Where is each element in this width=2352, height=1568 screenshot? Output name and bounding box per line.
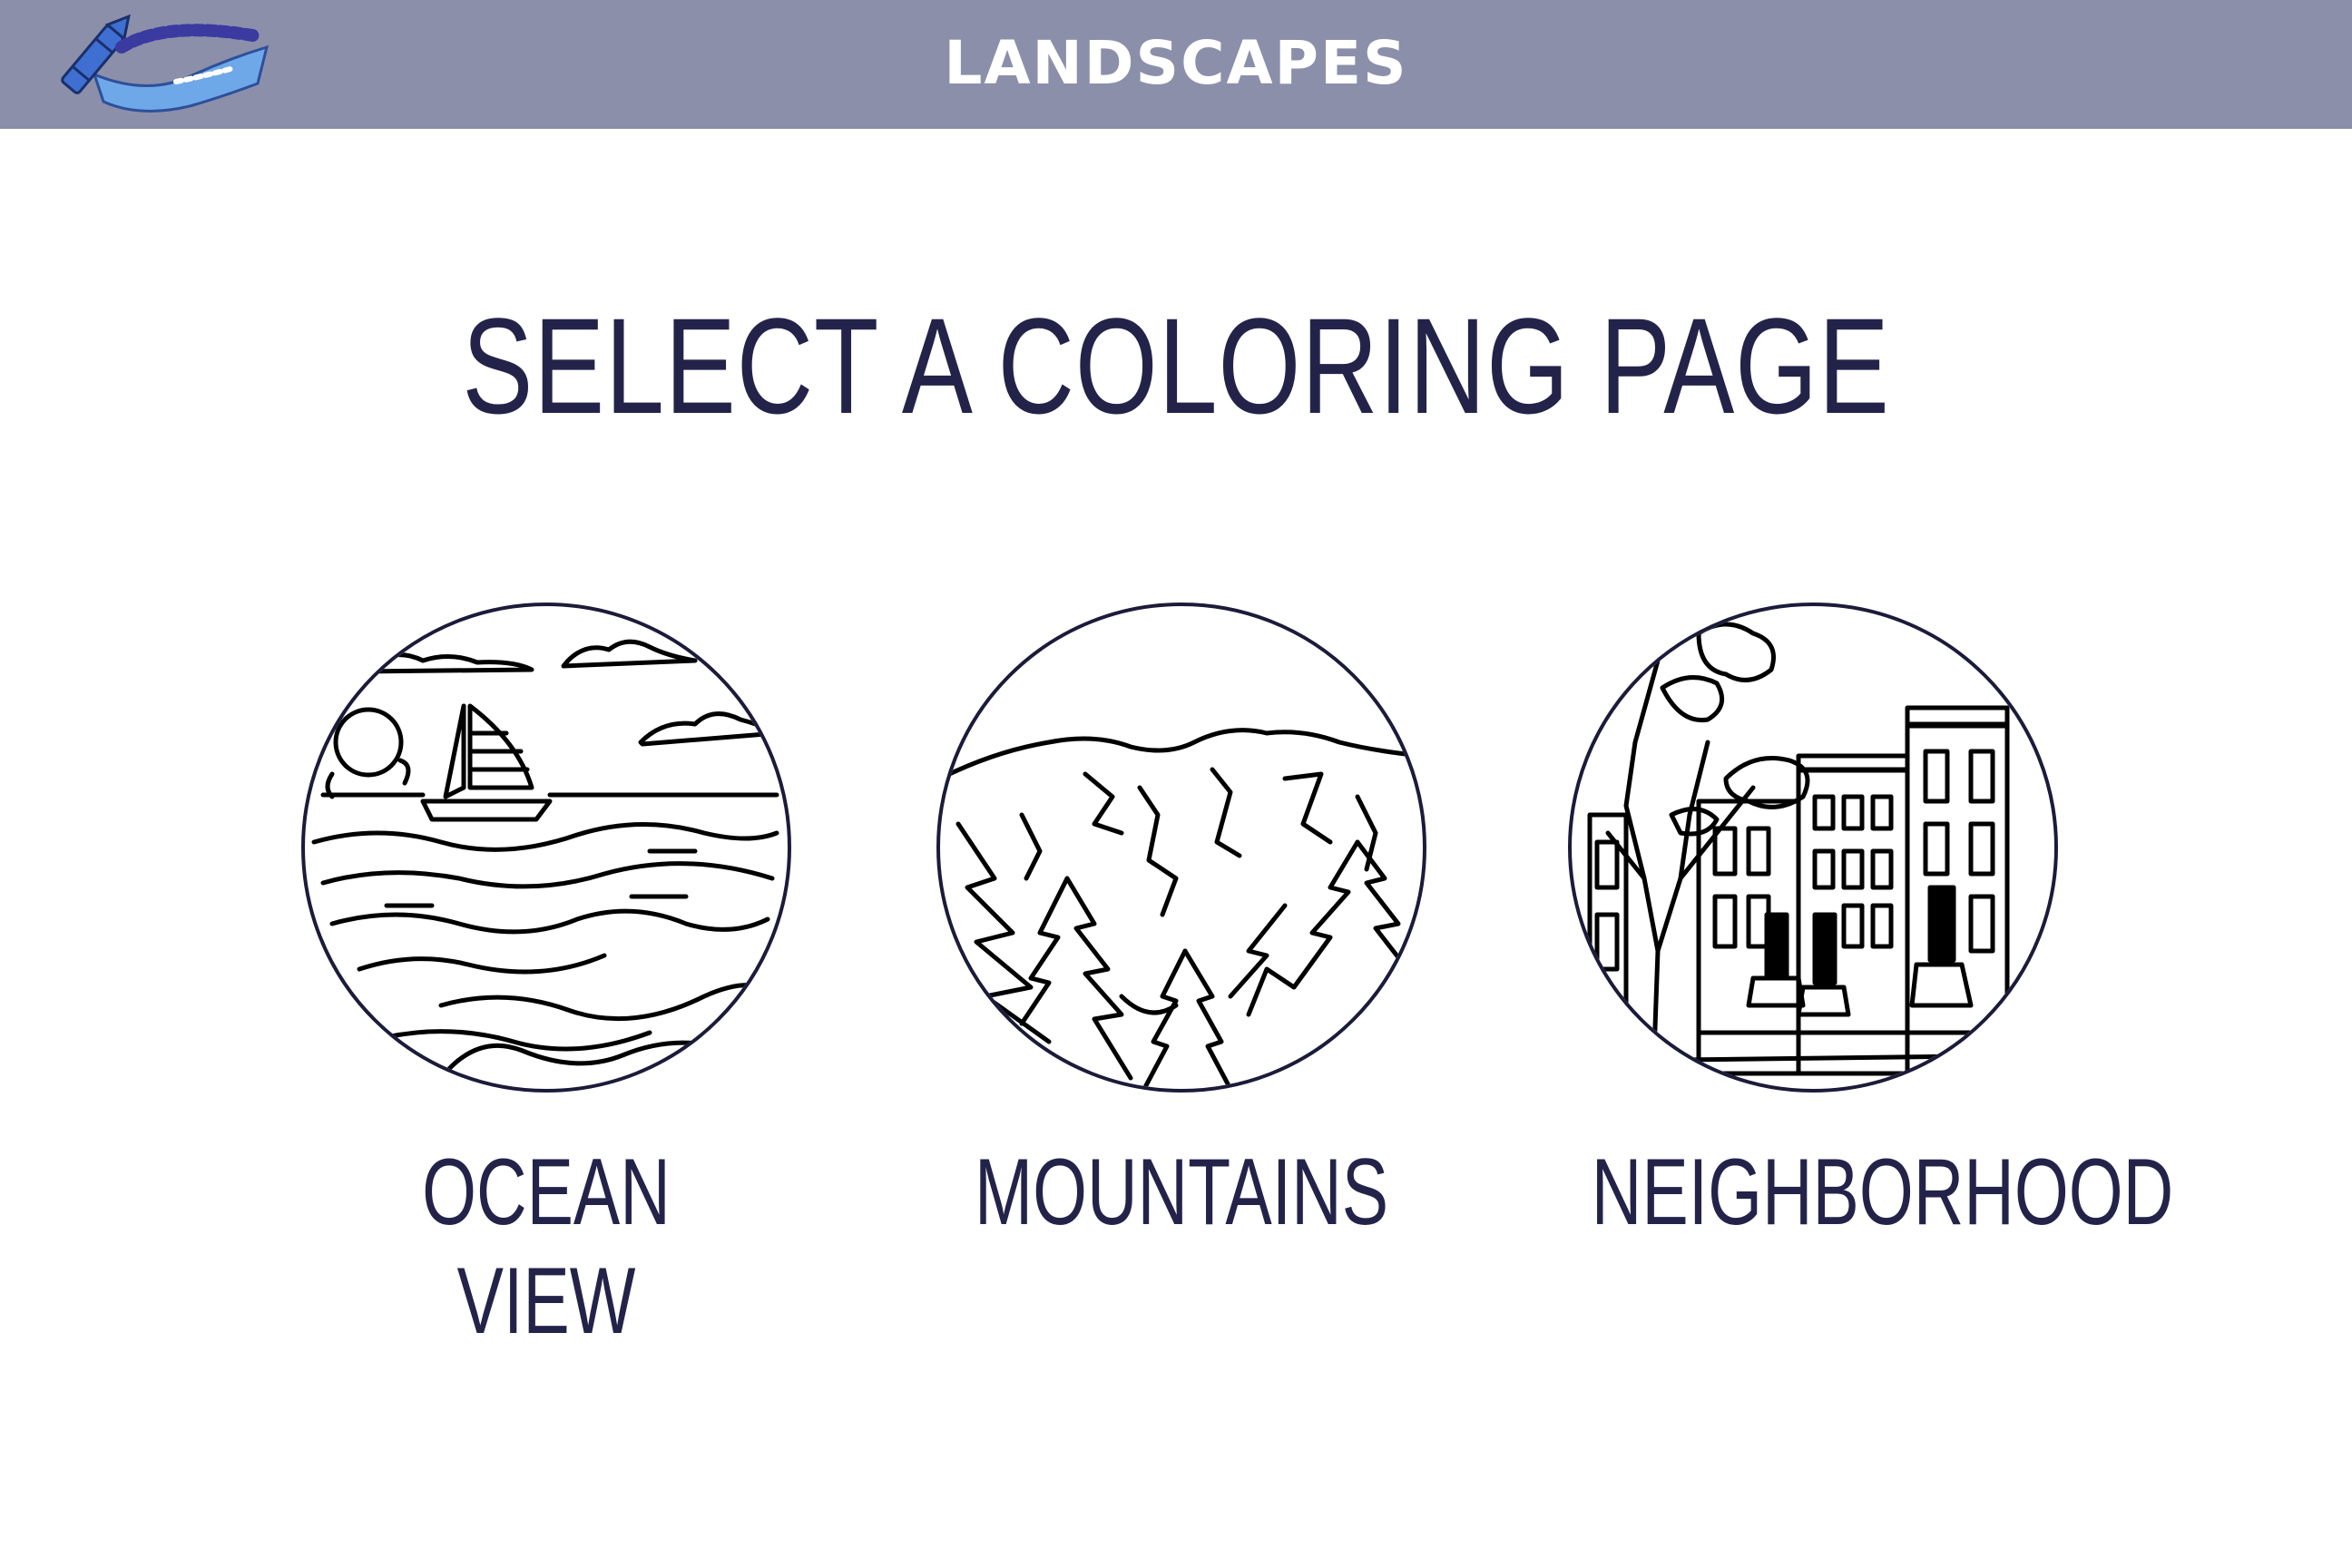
mountains-thumbnail[interactable] — [936, 603, 1426, 1093]
ocean-view-label[interactable]: OCEAN VIEW — [325, 1138, 768, 1356]
top-bar: LANDSCAPES — [0, 0, 2352, 129]
neighborhood-label[interactable]: NEIGHBORHOOD — [1592, 1138, 2173, 1247]
ocean-view-illustration-icon — [311, 639, 779, 1081]
page-heading: SELECT A COLORING PAGE — [462, 289, 1890, 442]
mountains-illustration-icon — [940, 728, 1423, 1089]
ocean-view-thumbnail[interactable] — [301, 603, 791, 1093]
mountains-label[interactable]: MOUNTAINS — [960, 1138, 1403, 1247]
neighborhood-thumbnail[interactable] — [1568, 603, 2058, 1093]
neighborhood-illustration-icon — [1587, 622, 2046, 1081]
section-title: LANDSCAPES — [944, 28, 1408, 98]
